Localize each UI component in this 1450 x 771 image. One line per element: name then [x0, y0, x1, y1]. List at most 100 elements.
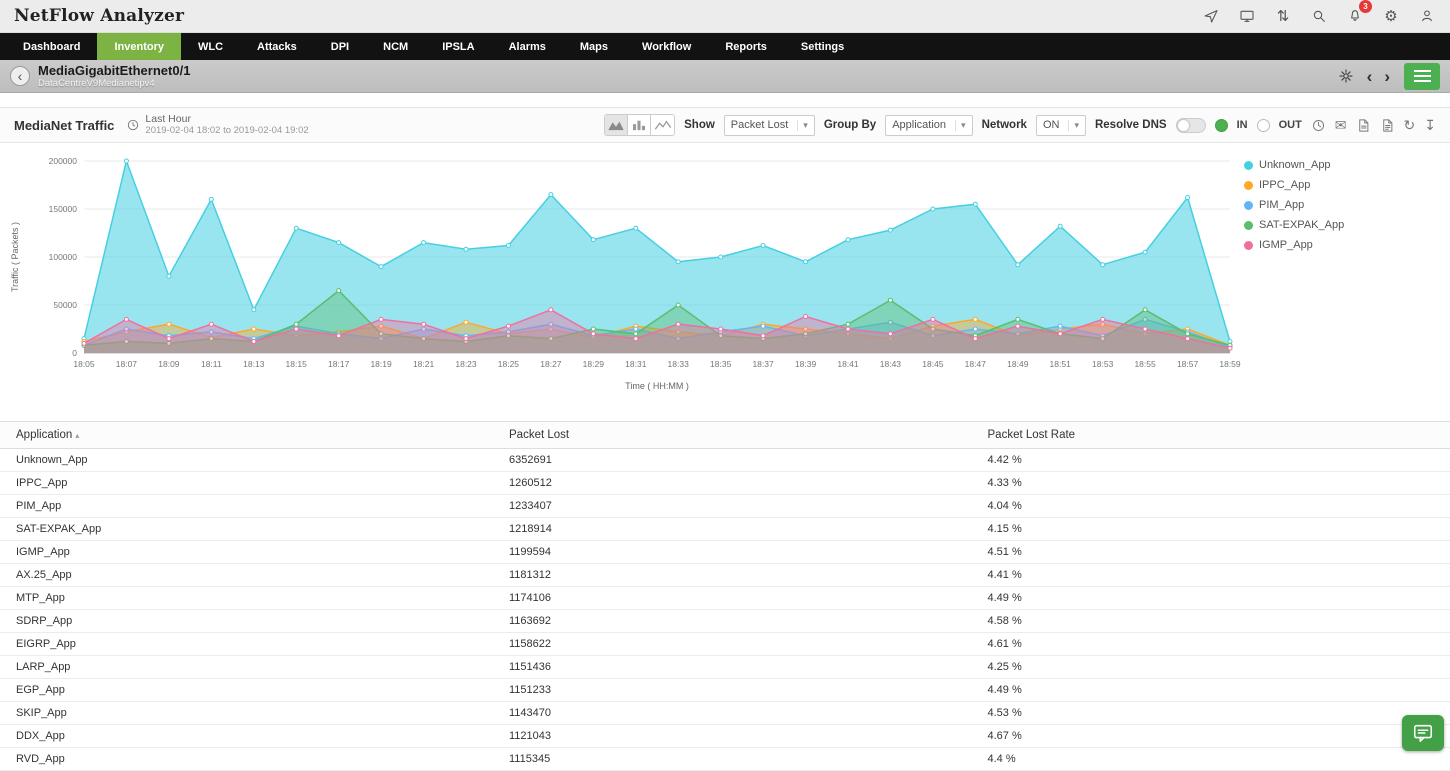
nav-item-reports[interactable]: Reports — [708, 33, 784, 60]
table-row[interactable]: RVD_App11153454.4 % — [0, 748, 1450, 771]
legend-item[interactable]: Unknown_App — [1244, 159, 1440, 171]
packet-lost-cell: 1151233 — [493, 679, 972, 702]
packet-lost-rate-cell: 4.51 % — [972, 541, 1450, 564]
breadcrumb-bar: ‹ MediaGigabitEthernet0/1 DataCentreV9Me… — [0, 60, 1450, 93]
table-row[interactable]: Unknown_App63526914.42 % — [0, 449, 1450, 472]
transfer-icon[interactable]: ⇅ — [1274, 7, 1292, 25]
beacon-icon[interactable] — [1337, 67, 1355, 85]
svg-text:18:33: 18:33 — [668, 359, 690, 369]
area-chart-button[interactable] — [605, 115, 628, 135]
packet-lost-rate-cell: 4.67 % — [972, 725, 1450, 748]
live-chat-button[interactable] — [1402, 715, 1444, 751]
table-row[interactable]: LARP_App11514364.25 % — [0, 656, 1450, 679]
pdf-export-icon[interactable] — [1356, 118, 1371, 133]
nav-item-dpi[interactable]: DPI — [314, 33, 366, 60]
nav-item-workflow[interactable]: Workflow — [625, 33, 708, 60]
breadcrumb-actions: ‹ › — [1337, 63, 1440, 90]
group-by-label: Group By — [824, 119, 876, 131]
out-radio-label: OUT — [1279, 119, 1302, 131]
search-icon[interactable] — [1310, 7, 1328, 25]
nav-item-wlc[interactable]: WLC — [181, 33, 240, 60]
svg-text:18:27: 18:27 — [540, 359, 562, 369]
packet-lost-column-header[interactable]: Packet Lost — [493, 422, 972, 449]
table-row[interactable]: MTP_App11741064.49 % — [0, 587, 1450, 610]
packet-lost-cell: 1199594 — [493, 541, 972, 564]
send-feedback-icon[interactable] — [1202, 7, 1220, 25]
nav-item-alarms[interactable]: Alarms — [492, 33, 563, 60]
gear-icon[interactable]: ⚙ — [1382, 7, 1400, 25]
out-radio[interactable] — [1257, 119, 1270, 132]
svg-text:Time ( HH:MM ): Time ( HH:MM ) — [625, 381, 689, 391]
table-row[interactable]: DDX_App11210434.67 % — [0, 725, 1450, 748]
table-row[interactable]: PIM_App12334074.04 % — [0, 495, 1450, 518]
table-row[interactable]: SAT-EXPAK_App12189144.15 % — [0, 518, 1450, 541]
prev-interface-button[interactable]: ‹ — [1367, 68, 1373, 85]
email-report-icon[interactable]: ✉ — [1335, 118, 1347, 132]
menu-button[interactable] — [1404, 63, 1440, 90]
demo-monitor-icon[interactable] — [1238, 7, 1256, 25]
next-interface-button[interactable]: › — [1384, 68, 1390, 85]
table-row[interactable]: IPPC_App12605124.33 % — [0, 472, 1450, 495]
application-cell: EIGRP_App — [0, 633, 493, 656]
table-row[interactable]: EIGRP_App11586224.61 % — [0, 633, 1450, 656]
svg-text:18:41: 18:41 — [837, 359, 859, 369]
svg-text:18:53: 18:53 — [1092, 359, 1114, 369]
packet-lost-cell: 1181312 — [493, 564, 972, 587]
group-by-select[interactable]: Application ▾ — [885, 115, 972, 136]
svg-text:18:09: 18:09 — [158, 359, 180, 369]
nav-item-inventory[interactable]: Inventory — [97, 33, 181, 60]
nav-item-maps[interactable]: Maps — [563, 33, 625, 60]
csv-export-icon[interactable] — [1380, 118, 1395, 133]
traffic-chart[interactable]: 05000010000015000020000018:0518:0718:091… — [4, 149, 1244, 397]
svg-text:18:31: 18:31 — [625, 359, 647, 369]
table-row[interactable]: EGP_App11512334.49 % — [0, 679, 1450, 702]
packet-lost-rate-cell: 4.25 % — [972, 656, 1450, 679]
time-range[interactable]: Last Hour 2019-02-04 18:02 to 2019-02-04… — [126, 114, 308, 136]
network-label: Network — [982, 119, 1027, 131]
legend-item[interactable]: IGMP_App — [1244, 239, 1440, 251]
nav-item-ipsla[interactable]: IPSLA — [425, 33, 491, 60]
table-row[interactable]: IGMP_App11995944.51 % — [0, 541, 1450, 564]
legend-item[interactable]: SAT-EXPAK_App — [1244, 219, 1440, 231]
application-column-header[interactable]: Application▴ — [0, 422, 493, 449]
table-body: Unknown_App63526914.42 %IPPC_App12605124… — [0, 449, 1450, 771]
svg-text:18:37: 18:37 — [752, 359, 774, 369]
show-select[interactable]: Packet Lost ▾ — [724, 115, 815, 136]
table-row[interactable]: SDRP_App11636924.58 % — [0, 610, 1450, 633]
legend-color-dot — [1244, 161, 1253, 170]
packet-lost-rate-cell: 4.61 % — [972, 633, 1450, 656]
resolve-dns-label: Resolve DNS — [1095, 119, 1167, 131]
nav-item-dashboard[interactable]: Dashboard — [6, 33, 97, 60]
back-button[interactable]: ‹ — [10, 66, 30, 86]
user-icon[interactable] — [1418, 7, 1436, 25]
packet-lost-cell: 1158622 — [493, 633, 972, 656]
resolve-dns-toggle[interactable] — [1176, 118, 1206, 133]
packet-lost-rate-cell: 4.15 % — [972, 518, 1450, 541]
line-chart-button[interactable] — [651, 115, 674, 135]
svg-text:18:51: 18:51 — [1050, 359, 1072, 369]
in-radio[interactable] — [1215, 119, 1228, 132]
alarm-bell-icon[interactable]: 3 — [1346, 7, 1364, 25]
svg-text:50000: 50000 — [53, 300, 77, 310]
legend-item[interactable]: IPPC_App — [1244, 179, 1440, 191]
export-icon[interactable]: ↧ — [1424, 118, 1436, 132]
svg-text:18:59: 18:59 — [1219, 359, 1241, 369]
svg-text:150000: 150000 — [49, 204, 78, 214]
schedule-icon[interactable] — [1311, 118, 1326, 133]
nav-item-settings[interactable]: Settings — [784, 33, 861, 60]
legend-label: SAT-EXPAK_App — [1259, 219, 1344, 231]
refresh-icon[interactable]: ↻ — [1404, 118, 1416, 132]
table-row[interactable]: SKIP_App11434704.53 % — [0, 702, 1450, 725]
bar-chart-button[interactable] — [628, 115, 651, 135]
legend-item[interactable]: PIM_App — [1244, 199, 1440, 211]
nav-item-ncm[interactable]: NCM — [366, 33, 425, 60]
packet-lost-rate-column-header[interactable]: Packet Lost Rate — [972, 422, 1450, 449]
svg-text:18:55: 18:55 — [1134, 359, 1156, 369]
network-select[interactable]: ON ▾ — [1036, 115, 1086, 136]
svg-text:18:45: 18:45 — [922, 359, 944, 369]
packet-lost-rate-cell: 4.33 % — [972, 472, 1450, 495]
chart-controls: Show Packet Lost ▾ Group By Application … — [604, 114, 1436, 136]
table-row[interactable]: AX.25_App11813124.41 % — [0, 564, 1450, 587]
alarm-count-badge: 3 — [1359, 0, 1372, 13]
nav-item-attacks[interactable]: Attacks — [240, 33, 314, 60]
